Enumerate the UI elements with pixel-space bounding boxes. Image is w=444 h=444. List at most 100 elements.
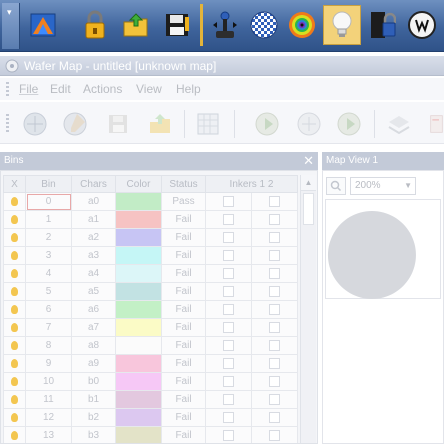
inker-1-checkbox[interactable]: [223, 195, 234, 207]
bin-chars-cell[interactable]: a0: [71, 192, 116, 211]
inker-1-checkbox[interactable]: [223, 213, 234, 225]
bin-color-cell[interactable]: [115, 390, 162, 409]
bin-enabled-cell[interactable]: [3, 192, 26, 211]
inspect-button[interactable]: [283, 5, 321, 45]
bin-number-cell[interactable]: 13: [25, 426, 72, 443]
bin-chars-cell[interactable]: a8: [71, 336, 116, 355]
column-header-status[interactable]: Status: [161, 175, 206, 193]
toolbar-grip[interactable]: ▾: [2, 3, 20, 49]
bin-number-cell[interactable]: 2: [25, 228, 72, 247]
inker-1-cell[interactable]: [205, 264, 252, 283]
inker-2-cell[interactable]: [250, 372, 299, 391]
bin-enabled-cell[interactable]: [3, 318, 26, 337]
bin-number-cell[interactable]: 12: [25, 408, 72, 427]
app-logo-button[interactable]: [24, 5, 62, 45]
column-header-inkers[interactable]: Inkers 1 2: [204, 175, 299, 193]
inker-2-checkbox[interactable]: [269, 213, 280, 225]
inker-2-checkbox[interactable]: [269, 249, 280, 261]
zoom-button[interactable]: [326, 177, 346, 195]
column-header-bin[interactable]: Bin: [25, 175, 72, 193]
report-button[interactable]: [424, 109, 444, 139]
bin-enabled-cell[interactable]: [3, 228, 26, 247]
inker-1-checkbox[interactable]: [223, 339, 234, 351]
bin-status-cell[interactable]: Fail: [161, 282, 206, 301]
inker-1-cell[interactable]: [205, 408, 252, 427]
bin-enabled-cell[interactable]: [3, 264, 26, 283]
bin-chars-cell[interactable]: a7: [71, 318, 116, 337]
inker-1-checkbox[interactable]: [223, 411, 234, 423]
inker-1-cell[interactable]: [205, 192, 252, 211]
inker-2-checkbox[interactable]: [269, 303, 280, 315]
inker-2-cell[interactable]: [250, 300, 299, 319]
bin-color-cell[interactable]: [115, 282, 162, 301]
inker-1-cell[interactable]: [205, 354, 252, 373]
save-button[interactable]: [158, 5, 196, 45]
inker-2-checkbox[interactable]: [269, 357, 280, 369]
inker-2-checkbox[interactable]: [269, 411, 280, 423]
bin-color-cell[interactable]: [115, 408, 162, 427]
bin-enabled-cell[interactable]: [3, 354, 26, 373]
grid-button[interactable]: [193, 109, 223, 139]
bin-color-cell[interactable]: [115, 318, 162, 337]
bin-color-cell[interactable]: [115, 354, 162, 373]
bin-enabled-cell[interactable]: [3, 408, 26, 427]
bin-color-cell[interactable]: [115, 372, 162, 391]
bin-enabled-cell[interactable]: [3, 300, 26, 319]
bin-color-cell[interactable]: [115, 426, 162, 443]
bin-number-cell[interactable]: 4: [25, 264, 72, 283]
bin-chars-cell[interactable]: b2: [71, 408, 116, 427]
bin-enabled-cell[interactable]: [3, 372, 26, 391]
scroll-up-arrow[interactable]: ▲: [301, 175, 316, 191]
inker-2-cell[interactable]: [250, 408, 299, 427]
lock-button[interactable]: [76, 5, 114, 45]
inker-1-cell[interactable]: [205, 372, 252, 391]
bin-chars-cell[interactable]: b3: [71, 426, 116, 443]
bin-status-cell[interactable]: Fail: [161, 228, 206, 247]
table-row[interactable]: 7 a7 Fail: [3, 318, 299, 337]
bin-enabled-cell[interactable]: [3, 390, 26, 409]
inker-1-cell[interactable]: [205, 390, 252, 409]
scroll-thumb[interactable]: [303, 193, 314, 225]
bin-status-cell[interactable]: Fail: [161, 408, 206, 427]
inker-1-checkbox[interactable]: [223, 249, 234, 261]
bin-color-cell[interactable]: [115, 192, 162, 211]
bin-chars-cell[interactable]: a5: [71, 282, 116, 301]
table-row[interactable]: 3 a3 Fail: [3, 246, 299, 265]
bin-number-cell[interactable]: 8: [25, 336, 72, 355]
inker-1-checkbox[interactable]: [223, 267, 234, 279]
bin-chars-cell[interactable]: a2: [71, 228, 116, 247]
bin-number-cell[interactable]: 5: [25, 282, 72, 301]
bin-color-cell[interactable]: [115, 228, 162, 247]
inker-1-cell[interactable]: [205, 318, 252, 337]
inker-2-cell[interactable]: [250, 282, 299, 301]
table-row[interactable]: 8 a8 Fail: [3, 336, 299, 355]
step-button[interactable]: [294, 109, 324, 139]
bin-status-cell[interactable]: Fail: [161, 426, 206, 443]
bin-status-cell[interactable]: Fail: [161, 318, 206, 337]
bin-number-cell[interactable]: 3: [25, 246, 72, 265]
table-row[interactable]: 11 b1 Fail: [3, 390, 299, 409]
bin-chars-cell[interactable]: b0: [71, 372, 116, 391]
zoom-select[interactable]: 200% ▼: [350, 177, 416, 195]
vertical-scrollbar[interactable]: ▲: [300, 175, 316, 443]
inker-2-checkbox[interactable]: [269, 393, 280, 405]
export-button[interactable]: [145, 109, 175, 139]
inker-2-checkbox[interactable]: [269, 285, 280, 297]
wafer-grid-button[interactable]: [245, 5, 283, 45]
bin-number-cell[interactable]: 11: [25, 390, 72, 409]
menu-view[interactable]: View: [136, 82, 162, 96]
edit-map-button[interactable]: [60, 109, 90, 139]
inker-2-checkbox[interactable]: [269, 267, 280, 279]
bin-status-cell[interactable]: Fail: [161, 354, 206, 373]
bin-chars-cell[interactable]: a1: [71, 210, 116, 229]
inker-1-checkbox[interactable]: [223, 375, 234, 387]
joystick-button[interactable]: [206, 5, 244, 45]
inker-2-checkbox[interactable]: [269, 339, 280, 351]
lock-file-button[interactable]: [363, 5, 401, 45]
new-map-button[interactable]: [20, 109, 50, 139]
menu-help[interactable]: Help: [176, 82, 201, 96]
table-row[interactable]: 1 a1 Fail: [3, 210, 299, 229]
bin-status-cell[interactable]: Fail: [161, 264, 206, 283]
bin-color-cell[interactable]: [115, 264, 162, 283]
inker-1-checkbox[interactable]: [223, 357, 234, 369]
